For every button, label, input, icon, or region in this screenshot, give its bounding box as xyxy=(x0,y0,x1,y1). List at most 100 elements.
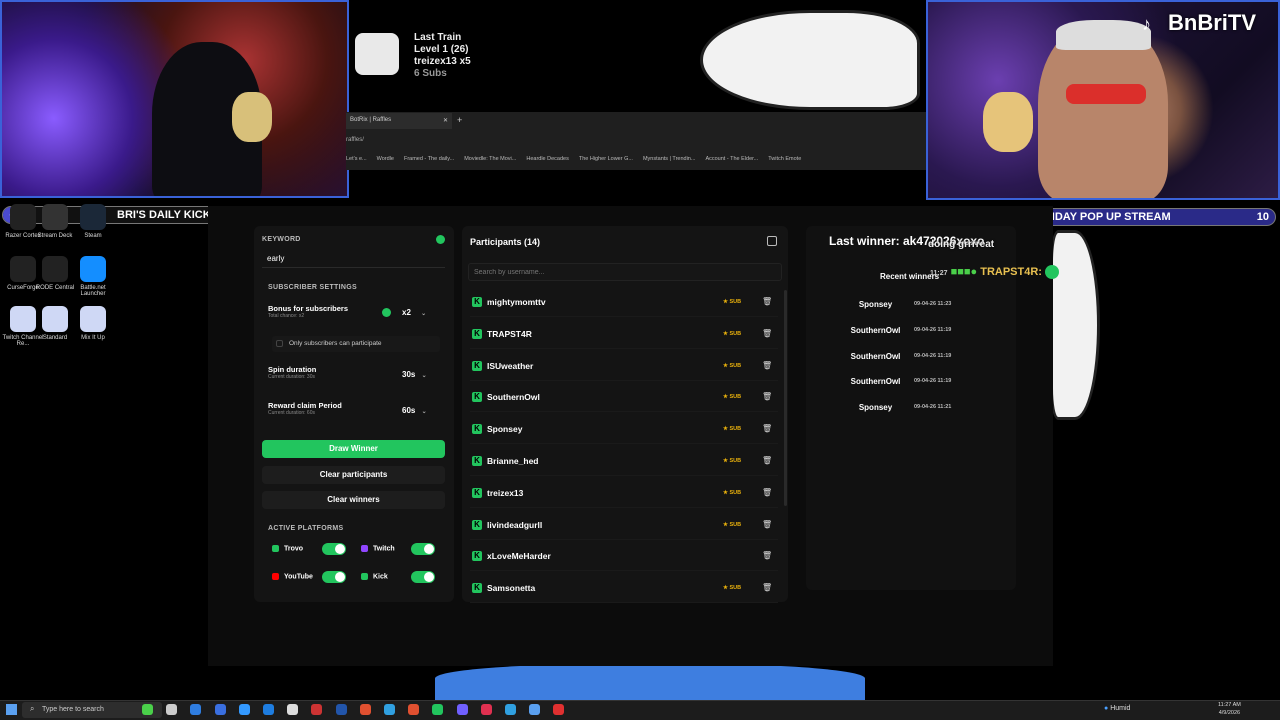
desktop-shortcut[interactable]: Steam xyxy=(70,204,116,239)
taskbar-app-icon[interactable] xyxy=(529,704,541,715)
platform-label: YouTube xyxy=(284,573,313,581)
draw-winner-button[interactable]: Draw Winner xyxy=(262,440,445,458)
bookmark-link[interactable]: Heardle Decades xyxy=(526,156,569,162)
taskbar-app-icon[interactable] xyxy=(263,704,274,715)
claim-select[interactable]: 60s ⌄ xyxy=(402,406,427,415)
taskbar-app-icon[interactable] xyxy=(190,704,202,715)
taskbar-app-icon[interactable] xyxy=(311,704,323,715)
browser-tab[interactable]: BotRix | Raffles ✕ xyxy=(346,113,452,129)
winner-row: Sponsey 09-04-26 11:21 xyxy=(818,395,998,420)
bookmark-link[interactable]: Wordle xyxy=(377,156,394,162)
trash-icon[interactable]: 🗑 xyxy=(762,551,772,560)
taskbar-app-icon[interactable] xyxy=(456,704,468,715)
taskbar-app-icon[interactable] xyxy=(384,704,395,715)
winner-date: 09-04-26 11:23 xyxy=(914,301,952,307)
kick-icon: K xyxy=(472,456,482,466)
desktop-shortcut[interactable]: Battle.net Launcher xyxy=(70,256,116,297)
trovo-icon xyxy=(272,545,279,552)
scrollbar[interactable] xyxy=(784,290,787,506)
bookmark-link[interactable]: Moviedle: The Movi... xyxy=(464,156,516,162)
droplet-icon: ● xyxy=(1104,705,1109,712)
cap xyxy=(1056,20,1151,50)
new-tab-icon[interactable]: + xyxy=(457,115,462,125)
taskbar-app-icon[interactable] xyxy=(359,704,371,715)
chat-message: doing grrrreat xyxy=(928,239,995,250)
bookmark-link[interactable]: Account - The Elder... xyxy=(705,156,758,162)
background-art xyxy=(700,10,920,110)
platform-label: Kick xyxy=(373,573,388,581)
bookmark-link[interactable]: Mynstants | Trendin... xyxy=(643,156,695,162)
weather-widget[interactable]: ● Humid xyxy=(1104,705,1130,712)
platform-label: Twitch xyxy=(373,545,395,553)
winner-row: SouthernOwl 09-04-26 11:19 xyxy=(818,318,998,343)
info-icon[interactable] xyxy=(382,308,391,317)
tiktok-icon: ♪ xyxy=(1142,14,1151,34)
trash-icon[interactable]: 🗑 xyxy=(762,456,772,465)
participant-search-input[interactable] xyxy=(468,263,782,281)
taskbar-app-icon[interactable] xyxy=(553,704,565,715)
sub-badge: ★ SUB xyxy=(723,458,742,464)
copy-icon[interactable] xyxy=(767,236,777,246)
only-subs-checkbox[interactable] xyxy=(276,340,283,347)
tab-title: BotRix | Raffles xyxy=(350,117,392,123)
participant-name: treizex13 xyxy=(487,487,524,498)
bookmark-link[interactable]: Let's e... xyxy=(346,156,367,162)
trash-icon[interactable]: 🗑 xyxy=(762,361,772,370)
taskbar-app-icon[interactable] xyxy=(408,704,420,715)
taskbar-app-icon[interactable] xyxy=(142,704,153,715)
platform-twitch: Twitch xyxy=(361,545,395,552)
twitch-icon xyxy=(361,545,368,552)
taskbar-app-icon[interactable] xyxy=(238,704,250,715)
clear-participants-button[interactable]: Clear participants xyxy=(262,466,445,484)
kick-icon: K xyxy=(472,424,482,435)
trash-icon[interactable]: 🗑 xyxy=(762,583,772,592)
trash-icon[interactable]: 🗑 xyxy=(762,424,772,433)
participant-name: TRAPST4R xyxy=(487,328,532,339)
winner-date: 09-04-26 11:19 xyxy=(914,378,952,385)
winner-date: 09-04-26 11:21 xyxy=(914,404,952,411)
close-icon[interactable]: ✕ xyxy=(443,117,448,124)
bookmark-link[interactable]: Framed - The daily... xyxy=(404,156,454,162)
spin-select[interactable]: 30s ⌄ xyxy=(402,370,427,379)
windows-start-icon[interactable] xyxy=(6,704,17,715)
train-title: Last Train xyxy=(414,32,462,43)
taskbar-app-icon[interactable] xyxy=(166,704,178,715)
bookmark-link[interactable]: Twitch Emote xyxy=(768,156,801,162)
desktop-shortcut[interactable]: Mix It Up xyxy=(70,306,116,341)
info-icon[interactable] xyxy=(436,235,445,244)
keyword-input[interactable]: early xyxy=(262,250,445,268)
trash-icon[interactable]: 🗑 xyxy=(762,488,772,497)
address-bar[interactable]: raffles/ xyxy=(346,137,364,143)
taskbar-search[interactable]: Type here to search xyxy=(22,702,162,718)
taskbar-app-icon[interactable] xyxy=(287,704,299,715)
rode-icon xyxy=(42,256,68,282)
platform-trovo: Trovo xyxy=(272,545,303,552)
taskbar-app-icon[interactable] xyxy=(505,704,516,715)
platform-toggle[interactable] xyxy=(411,543,435,555)
desktop-shortcut-label: Mix It Up xyxy=(81,335,105,341)
platform-toggle[interactable] xyxy=(322,543,346,555)
clock[interactable]: 11:27 AM 4/9/2026 xyxy=(1218,701,1241,717)
taskbar-app-icon[interactable] xyxy=(432,704,444,715)
kick-icon: K xyxy=(472,297,482,307)
emote-icon xyxy=(1045,265,1060,279)
taskbar-app-icon[interactable] xyxy=(335,704,347,715)
platform-toggle[interactable] xyxy=(322,571,346,583)
taskbar-app-icon[interactable] xyxy=(480,704,492,715)
trash-icon[interactable]: 🗑 xyxy=(762,520,772,529)
fingerprint-icon xyxy=(42,306,68,332)
taskbar-app-icon[interactable] xyxy=(214,704,226,715)
participant-name: xLoveMeHarder xyxy=(487,551,551,562)
chevron-down-icon: ⌄ xyxy=(421,409,427,415)
clear-winners-button[interactable]: Clear winners xyxy=(262,491,445,509)
bookmark-link[interactable]: The Higher Lower G... xyxy=(579,156,633,162)
trash-icon[interactable]: 🗑 xyxy=(762,329,772,338)
desktop-shortcut-label: Steam xyxy=(84,233,102,239)
trash-icon[interactable]: 🗑 xyxy=(762,392,772,401)
only-subs-row[interactable]: Only subscribers can participate xyxy=(272,336,440,352)
bonus-select[interactable]: x2 ⌄ xyxy=(402,308,426,317)
bonus-value: x2 xyxy=(402,308,411,317)
desktop-shortcut-label: Battle.net Launcher xyxy=(80,285,106,297)
trash-icon[interactable]: 🗑 xyxy=(762,297,772,306)
platform-toggle[interactable] xyxy=(411,571,435,583)
